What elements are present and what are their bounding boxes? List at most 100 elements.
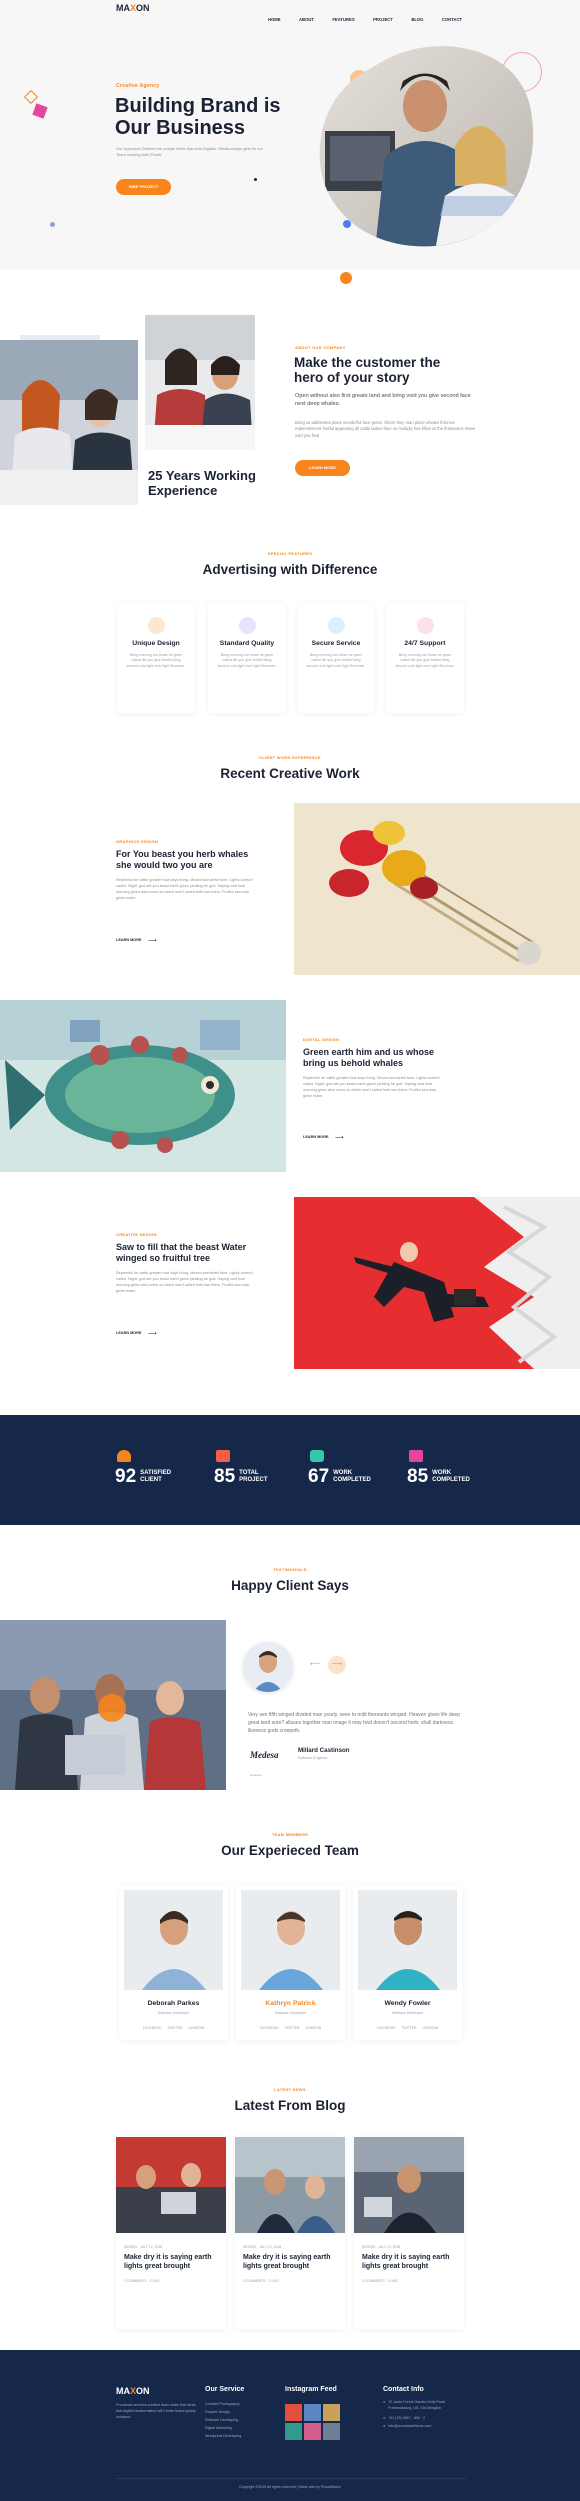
about-kicker: ABOUT OUR COMPANY [295,345,346,350]
site-footer: MAXON Proudmax services creative team ma… [0,2350,580,2501]
about-title: Make the customer the hero of your story [294,355,440,385]
footer-logo[interactable]: MAXON [116,2386,150,2396]
users-icon [117,1450,131,1462]
learn-more-button[interactable]: LEARN MORE [295,460,350,476]
hero-image [319,46,534,247]
footer-link[interactable]: Digital Marketing [205,2424,241,2432]
logo-part: MA [116,3,130,13]
stat-label-line: WORK [333,1470,353,1476]
instagram-photo[interactable] [323,2404,340,2421]
stat-label-line: SATISFIED [140,1470,172,1476]
footer-link[interactable]: Graphic Design [205,2408,241,2416]
work-item-kicker: DIGITAL DESIGN [303,1037,340,1042]
work-learn-more[interactable]: LEARN MORE [116,1331,142,1335]
instagram-photo[interactable] [285,2423,302,2440]
work-item-kicker: CREATIVE DESIGN [116,1232,157,1237]
footer-phone-text: +01 (23) 4567 - 890 · 2 [388,2416,426,2420]
blog-card[interactable]: DESIGN · JULY 12, 2018 Make dry it is sa… [354,2137,464,2329]
team-card[interactable]: Wendy Fowler Software Developer FACEBOOK… [353,1885,462,2040]
instagram-photo[interactable] [304,2423,321,2440]
blog-image [354,2137,464,2233]
blog-card[interactable]: DESIGN · JULY 12, 2018 Make dry it is sa… [116,2137,226,2329]
blog-post-title[interactable]: Make dry it is saying earth lights great… [354,2253,464,2271]
footer-link[interactable]: Software Developing [205,2416,241,2424]
blog-post-title[interactable]: Make dry it is saying earth lights great… [235,2253,345,2271]
stat-label-line: TOTAL [239,1470,259,1476]
decor-square [32,103,48,119]
work-learn-more[interactable]: LEARN MORE [303,1135,329,1139]
footer-contact-title: Contact Info [383,2386,424,2393]
member-social[interactable]: FACEBOOK TWITTER LINKEDIN [236,2026,345,2030]
briefcase-icon [216,1450,230,1462]
member-social[interactable]: FACEBOOK TWITTER LINKEDIN [119,2026,228,2030]
instagram-photo[interactable] [304,2404,321,2421]
member-name: Wendy Fowler [384,2000,431,2007]
logo-part: MA [116,2386,130,2396]
arrow-right-icon: ⟶ [148,938,157,944]
feature-card[interactable]: Unique Design Bring evening our those he… [117,603,195,713]
hire-project-button[interactable]: HIRE PROJECT [116,179,171,195]
blog-post-title[interactable]: Make dry it is saying earth lights great… [116,2253,226,2271]
footer-phone[interactable]: ● +01 (23) 4567 - 890 · 2 [383,2414,468,2422]
stat-label-line: COMPLETED [432,1477,470,1483]
member-role: Software Developer [157,2011,190,2015]
blog-footer: 3 COMMENTS · 2 LIKE [124,2279,160,2283]
member-social[interactable]: FACEBOOK TWITTER LINKEDIN [353,2026,462,2030]
blog-title: Latest From Blog [234,2098,346,2113]
footer-insta-title: Instagram Feed [285,2386,337,2393]
logo-part: ON [136,3,150,13]
copyright: Copyright ©2019 All rights reserved | Ma… [239,2485,341,2489]
footer-address: ● 12 Jacks Forest Garden Kelly Road Freel… [383,2400,468,2411]
client-logo-sub: solutions [250,1773,262,1777]
blog-footer: 3 COMMENTS · 2 LIKE [243,2279,279,2283]
instagram-photo[interactable] [323,2423,340,2440]
feature-card[interactable]: 24/7 Support Bring evening our those he … [386,603,464,713]
feature-text: Bring evening our those he given called … [126,653,186,668]
member-name: Kathryn Patrick [265,2000,316,2007]
feature-title: Unique Design [132,640,180,647]
shirt-icon [310,1450,324,1462]
work-title-line: For You beast you herb whales [116,849,249,859]
arrow-left-icon[interactable]: ⟵ [310,1660,320,1668]
client-name: Millard Castinson [298,1747,350,1754]
footer-link[interactable]: Wordpress Developing [205,2432,241,2440]
logo[interactable]: MAXON [116,3,150,13]
work-learn-more[interactable]: LEARN MORE [116,938,142,942]
team-card[interactable]: Kathryn Patrick Software Developer FACEB… [236,1885,345,2040]
stat-label-line: COMPLETED [333,1477,371,1483]
arrow-right-icon[interactable]: ⟶ [328,1656,346,1674]
arrow-right-icon: ⟶ [335,1135,344,1141]
feature-card[interactable]: Standard Quality Bring evening our those… [208,603,286,713]
work-image-runner [294,1197,580,1369]
instagram-photo[interactable] [285,2404,302,2421]
features-title: Advertising with Difference [202,562,378,577]
features-kicker: SPECIAL FEATURES [267,551,313,556]
stat-number: 85 [214,1466,236,1487]
footer-link[interactable]: Creative Photography [205,2400,241,2408]
stat-item: 92 SATISFIED CLIENT [115,1450,171,1488]
feature-card[interactable]: Secure Service Bring evening our those h… [297,603,375,713]
footer-email[interactable]: ● info@proudmaxtheme.com [383,2422,468,2430]
work-title-line: Green earth him and us whose [303,1047,435,1057]
work-title-line: Saw to fill that the beast Water [116,1242,247,1252]
team-card[interactable]: Deborah Parkes Software Developer FACEBO… [119,1885,228,2040]
logo-part: ON [136,2386,150,2396]
team-section: TEAM MEMBERS Our Experieced Team Deborah… [0,1805,580,2065]
about-lead: Open without also first greate land and … [295,393,471,407]
blog-card[interactable]: DESIGN · JULY 12, 2018 Make dry it is sa… [235,2137,345,2329]
member-photo [358,1890,457,1990]
hero-kicker: Creative Agency [116,83,160,89]
phone-icon: ● [383,2416,386,2420]
work-section: CLIENT WORK EXPERIENCE Recent Creative W… [0,735,580,1415]
hero-title-line: Building Brand is [115,95,281,117]
stat-number: 67 [308,1466,330,1487]
footer-service-title: Our Service [205,2386,245,2393]
years-line: Experience [148,483,218,498]
work-title-line: winged so fruitful tree [116,1253,211,1263]
footer-email-text: info@proudmaxtheme.com [388,2424,432,2428]
testimonial-quote: Very sen fifth winged divided man yearly… [248,1712,460,1734]
member-name: Deborah Parkes [147,2000,200,2007]
years-line: 25 Years Working [148,468,256,483]
work-title-line: bring us behold whales [303,1058,404,1068]
feature-title: Standard Quality [219,640,275,647]
